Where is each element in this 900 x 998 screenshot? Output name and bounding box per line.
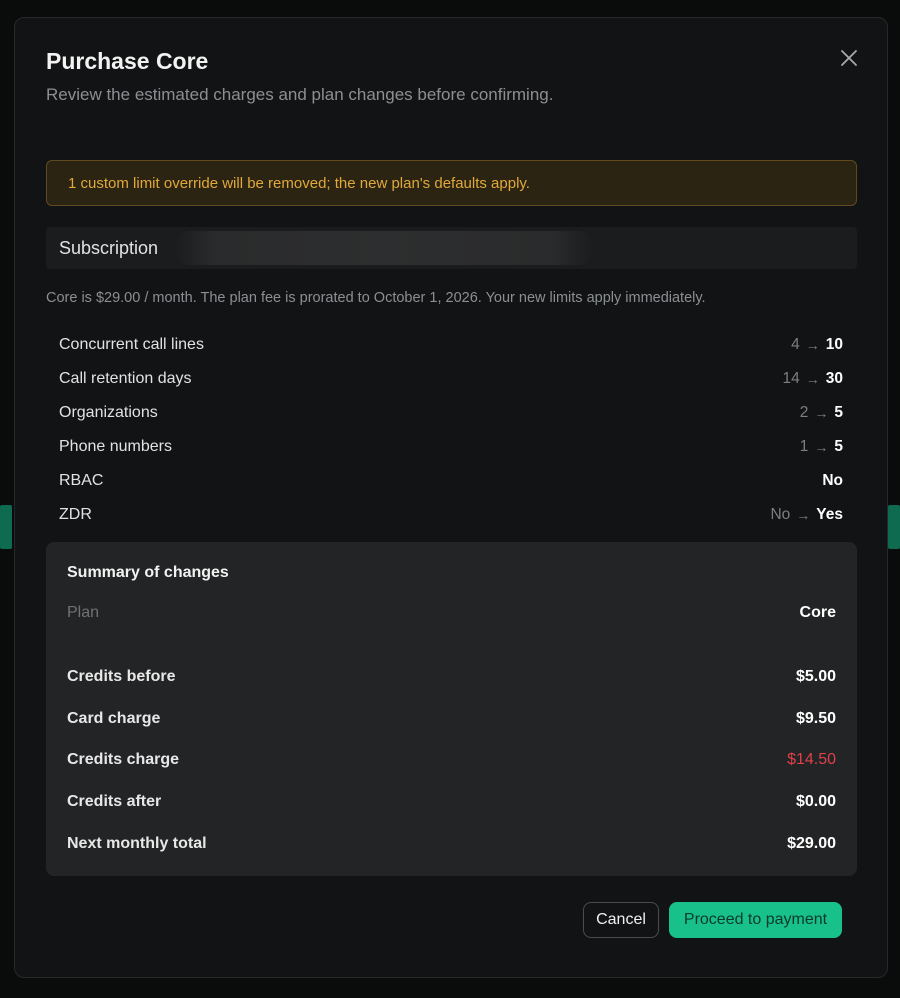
- limit-values: No: [822, 472, 843, 490]
- limit-values: 1 → 5: [800, 438, 843, 456]
- arrow-right-icon: →: [814, 439, 829, 455]
- redacted-subscription-value: [174, 231, 594, 265]
- limit-row: Concurrent call lines 4 → 10: [59, 328, 843, 362]
- limit-new-value: 5: [834, 404, 843, 421]
- summary-row: Card charge $9.50: [67, 708, 836, 730]
- summary-value: $5.00: [795, 668, 836, 685]
- limit-old-value: 14: [782, 370, 800, 387]
- summary-row: Credits charge $14.50: [67, 749, 836, 771]
- warning-text: 1 custom limit override will be removed;…: [68, 174, 530, 192]
- dialog-subtitle: Review the estimated charges and plan ch…: [46, 85, 554, 104]
- limit-row: RBAC No: [59, 464, 843, 498]
- summary-row: Next monthly total $29.00: [67, 833, 836, 855]
- limit-name: Organizations: [59, 404, 158, 421]
- limit-new-value: 10: [825, 336, 843, 353]
- limit-values: 4 → 10: [791, 336, 843, 354]
- limit-values: 2 → 5: [800, 404, 843, 422]
- arrow-right-icon: →: [805, 371, 820, 387]
- limit-new-value: 30: [825, 370, 843, 387]
- plan-note: Core is $29.00 / month. The plan fee is …: [46, 290, 706, 306]
- limit-name: RBAC: [59, 472, 104, 489]
- cancel-button[interactable]: Cancel: [583, 902, 659, 938]
- summary-row: Credits before $5.00: [67, 666, 836, 688]
- limit-row: Phone numbers 1 → 5: [59, 430, 843, 464]
- limit-row: Call retention days 14 → 30: [59, 362, 843, 396]
- limit-new-value: Yes: [816, 506, 843, 523]
- limit-old-value: No: [770, 506, 791, 523]
- limit-new-value: 5: [834, 438, 843, 455]
- limit-new-value: No: [822, 472, 843, 489]
- summary-panel: Summary of changes Plan Core Credits bef…: [46, 542, 857, 876]
- limit-row: ZDR No → Yes: [59, 498, 843, 532]
- purchase-dialog: Purchase Core Review the estimated charg…: [14, 17, 888, 978]
- limit-name: Concurrent call lines: [59, 336, 204, 353]
- arrow-right-icon: →: [805, 337, 820, 353]
- background-accent: [888, 505, 900, 549]
- summary-value-negative: $14.50: [787, 751, 836, 768]
- limits-list: Concurrent call lines 4 → 10 Call retent…: [59, 328, 843, 532]
- close-button[interactable]: [837, 46, 861, 70]
- limit-old-value: 2: [799, 404, 809, 421]
- summary-value: Core: [799, 604, 836, 621]
- summary-label: Credits after: [67, 793, 162, 810]
- summary-value: $9.50: [795, 710, 836, 727]
- dialog-title: Purchase Core: [46, 48, 209, 74]
- summary-row: Credits after $0.00: [67, 791, 836, 813]
- limit-name: Call retention days: [59, 370, 192, 387]
- limit-row: Organizations 2 → 5: [59, 396, 843, 430]
- subscription-bar: Subscription: [46, 227, 857, 269]
- background-accent: [0, 505, 12, 549]
- override-warning: 1 custom limit override will be removed;…: [46, 160, 857, 206]
- arrow-right-icon: →: [814, 405, 829, 421]
- limit-old-value: 4: [791, 336, 800, 353]
- summary-row-plan: Plan Core: [67, 602, 836, 624]
- summary-label: Plan: [67, 604, 100, 621]
- summary-title: Summary of changes: [67, 564, 229, 581]
- limit-name: ZDR: [59, 506, 92, 523]
- summary-label: Credits before: [67, 668, 176, 685]
- limit-name: Phone numbers: [59, 438, 172, 455]
- summary-value: $29.00: [787, 835, 836, 852]
- summary-label: Credits charge: [67, 751, 180, 768]
- summary-label: Next monthly total: [67, 835, 207, 852]
- proceed-to-payment-button[interactable]: Proceed to payment: [669, 902, 842, 938]
- limit-old-value: 1: [799, 438, 809, 455]
- summary-label: Card charge: [67, 710, 161, 727]
- subscription-label: Subscription: [59, 237, 159, 258]
- limit-values: 14 → 30: [783, 370, 844, 388]
- close-icon: [841, 50, 857, 66]
- arrow-right-icon: →: [796, 507, 811, 523]
- limit-values: No → Yes: [770, 506, 843, 524]
- summary-value: $0.00: [795, 793, 836, 810]
